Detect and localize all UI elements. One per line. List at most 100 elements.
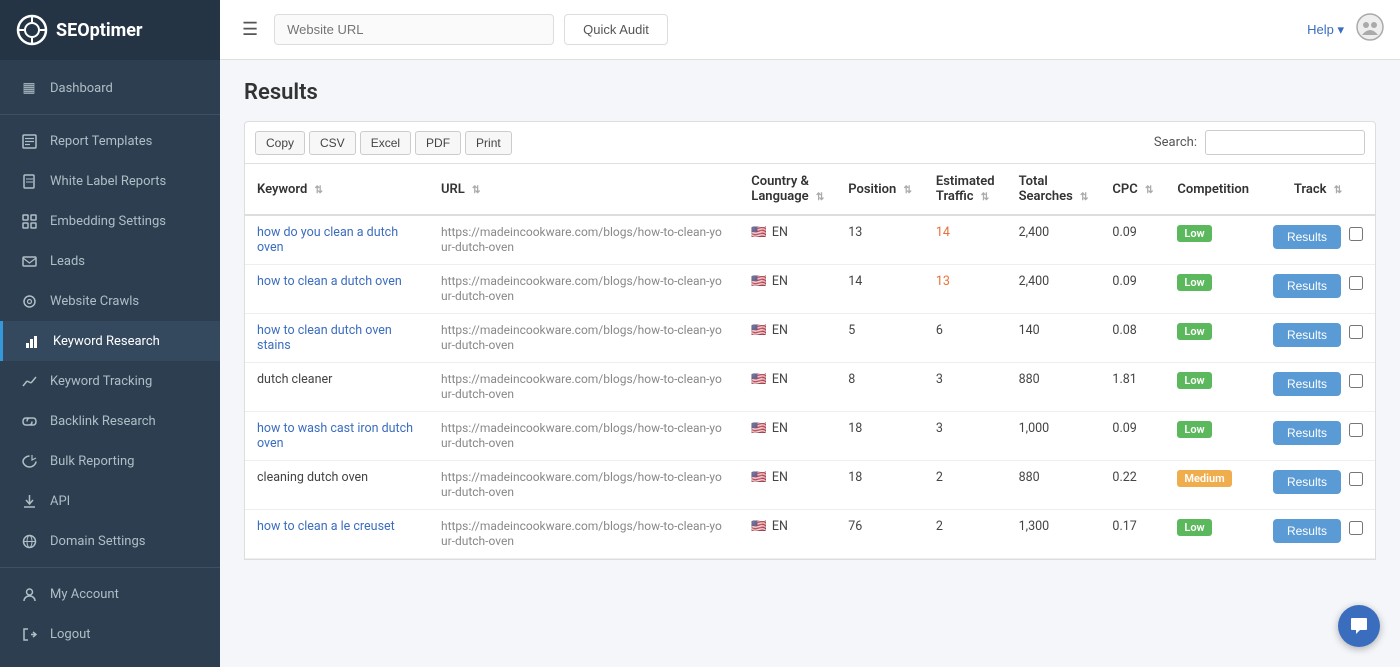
table-row: cleaning dutch ovenhttps://madeincookwar… bbox=[245, 461, 1375, 510]
col-cpc[interactable]: CPC ⇅ bbox=[1100, 164, 1165, 215]
cell-cpc: 0.09 bbox=[1100, 412, 1165, 461]
flag-language: 🇺🇸EN bbox=[751, 519, 824, 534]
sidebar-item-dashboard[interactable]: ▦ Dashboard bbox=[0, 68, 220, 108]
language-text: EN bbox=[772, 225, 788, 240]
table-row: how to clean a dutch ovenhttps://madeinc… bbox=[245, 265, 1375, 314]
help-button[interactable]: Help ▾ bbox=[1307, 22, 1344, 38]
col-country-language[interactable]: Country &Language ⇅ bbox=[739, 164, 836, 215]
track-checkbox[interactable] bbox=[1349, 374, 1363, 388]
sidebar-item-label: Keyword Tracking bbox=[50, 374, 152, 389]
col-keyword[interactable]: Keyword ⇅ bbox=[245, 164, 429, 215]
sidebar-item-keyword-research[interactable]: Keyword Research bbox=[0, 321, 220, 361]
cell-cpc: 0.09 bbox=[1100, 215, 1165, 265]
col-url[interactable]: URL ⇅ bbox=[429, 164, 739, 215]
cell-keyword: how do you clean a dutch oven bbox=[245, 215, 429, 265]
sidebar-item-logout[interactable]: Logout bbox=[0, 614, 220, 654]
quick-audit-button[interactable]: Quick Audit bbox=[564, 14, 668, 45]
cell-cpc: 0.17 bbox=[1100, 510, 1165, 559]
cell-position: 5 bbox=[836, 314, 924, 363]
results-button[interactable]: Results bbox=[1273, 225, 1341, 249]
sidebar-item-api[interactable]: API bbox=[0, 481, 220, 521]
website-crawls-icon bbox=[20, 292, 38, 310]
keyword-link[interactable]: how to wash cast iron dutch oven bbox=[257, 421, 413, 451]
search-input[interactable] bbox=[1205, 130, 1365, 155]
flag-language: 🇺🇸EN bbox=[751, 225, 824, 240]
track-checkbox[interactable] bbox=[1349, 472, 1363, 486]
cell-track: Results bbox=[1261, 314, 1375, 363]
sidebar-item-white-label-reports[interactable]: White Label Reports bbox=[0, 161, 220, 201]
sidebar-navigation: ▦ Dashboard Report Templates White Label… bbox=[0, 60, 220, 667]
keyword-link[interactable]: how to clean a le creuset bbox=[257, 519, 395, 534]
keyword-link[interactable]: how do you clean a dutch oven bbox=[257, 225, 398, 255]
table-toolbar: Copy CSV Excel PDF Print Search: bbox=[245, 122, 1375, 164]
track-checkbox[interactable] bbox=[1349, 423, 1363, 437]
col-track[interactable]: Track ⇅ bbox=[1261, 164, 1375, 215]
print-button[interactable]: Print bbox=[465, 131, 512, 155]
hamburger-button[interactable]: ☰ bbox=[236, 13, 264, 46]
sidebar-item-website-crawls[interactable]: Website Crawls bbox=[0, 281, 220, 321]
csv-button[interactable]: CSV bbox=[309, 131, 356, 155]
sidebar-item-label: Logout bbox=[50, 627, 91, 642]
excel-button[interactable]: Excel bbox=[360, 131, 411, 155]
language-text: EN bbox=[772, 519, 788, 534]
cell-position: 18 bbox=[836, 412, 924, 461]
track-checkbox[interactable] bbox=[1349, 325, 1363, 339]
seoptimer-logo-icon bbox=[16, 14, 48, 46]
sidebar-item-embedding-settings[interactable]: Embedding Settings bbox=[0, 201, 220, 241]
sidebar-item-my-account[interactable]: My Account bbox=[0, 574, 220, 614]
sidebar-item-domain-settings[interactable]: Domain Settings bbox=[0, 521, 220, 561]
chat-bubble-button[interactable] bbox=[1338, 605, 1380, 647]
cell-country-language: 🇺🇸EN bbox=[739, 314, 836, 363]
sidebar-item-bulk-reporting[interactable]: Bulk Reporting bbox=[0, 441, 220, 481]
track-checkbox[interactable] bbox=[1349, 227, 1363, 241]
topbar: ☰ Quick Audit Help ▾ bbox=[220, 0, 1400, 60]
sidebar-logo: SEOptimer bbox=[0, 0, 220, 60]
results-button[interactable]: Results bbox=[1273, 421, 1341, 445]
col-position[interactable]: Position ⇅ bbox=[836, 164, 924, 215]
cell-country-language: 🇺🇸EN bbox=[739, 510, 836, 559]
cell-estimated-traffic: 2 bbox=[924, 461, 1007, 510]
results-button[interactable]: Results bbox=[1273, 274, 1341, 298]
col-total-searches[interactable]: TotalSearches ⇅ bbox=[1007, 164, 1101, 215]
competition-badge: Low bbox=[1177, 421, 1211, 438]
pdf-button[interactable]: PDF bbox=[415, 131, 461, 155]
cell-track: Results bbox=[1261, 461, 1375, 510]
results-button[interactable]: Results bbox=[1273, 372, 1341, 396]
results-button[interactable]: Results bbox=[1273, 323, 1341, 347]
keyword-link[interactable]: how to clean a dutch oven bbox=[257, 274, 402, 289]
sidebar-item-leads[interactable]: Leads bbox=[0, 241, 220, 281]
topbar-right: Help ▾ bbox=[1307, 13, 1384, 47]
cell-competition: Low bbox=[1165, 510, 1261, 559]
dashboard-icon: ▦ bbox=[20, 79, 38, 97]
cell-competition: Low bbox=[1165, 314, 1261, 363]
cell-position: 18 bbox=[836, 461, 924, 510]
cell-cpc: 0.22 bbox=[1100, 461, 1165, 510]
user-icon-button[interactable] bbox=[1356, 13, 1384, 47]
results-table: Keyword ⇅ URL ⇅ Country &Language ⇅ Posi… bbox=[245, 164, 1375, 559]
copy-button[interactable]: Copy bbox=[255, 131, 305, 155]
cell-total-searches: 140 bbox=[1007, 314, 1101, 363]
cell-total-searches: 1,000 bbox=[1007, 412, 1101, 461]
logo-text: SEOptimer bbox=[56, 20, 143, 41]
sidebar-item-label: Report Templates bbox=[50, 134, 152, 149]
sidebar-item-keyword-tracking[interactable]: Keyword Tracking bbox=[0, 361, 220, 401]
page-title: Results bbox=[244, 80, 1376, 105]
track-checkbox[interactable] bbox=[1349, 276, 1363, 290]
keyword-link[interactable]: how to clean dutch oven stains bbox=[257, 323, 392, 353]
results-button[interactable]: Results bbox=[1273, 470, 1341, 494]
sidebar-item-label: Website Crawls bbox=[50, 294, 139, 309]
sidebar-item-report-templates[interactable]: Report Templates bbox=[0, 121, 220, 161]
sidebar-item-label: API bbox=[50, 494, 70, 509]
language-text: EN bbox=[772, 470, 788, 485]
sidebar: SEOptimer ▦ Dashboard Report Templates W… bbox=[0, 0, 220, 667]
track-checkbox[interactable] bbox=[1349, 521, 1363, 535]
col-competition[interactable]: Competition bbox=[1165, 164, 1261, 215]
cell-estimated-traffic: 13 bbox=[924, 265, 1007, 314]
website-url-input[interactable] bbox=[274, 14, 554, 45]
embedding-settings-icon bbox=[20, 212, 38, 230]
sidebar-item-backlink-research[interactable]: Backlink Research bbox=[0, 401, 220, 441]
col-estimated-traffic[interactable]: EstimatedTraffic ⇅ bbox=[924, 164, 1007, 215]
leads-icon bbox=[20, 252, 38, 270]
table-row: how do you clean a dutch ovenhttps://mad… bbox=[245, 215, 1375, 265]
results-button[interactable]: Results bbox=[1273, 519, 1341, 543]
